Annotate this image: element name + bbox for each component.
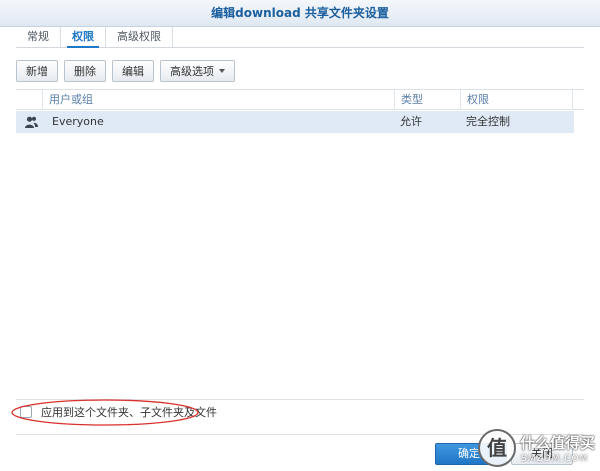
add-button-label: 新增	[26, 65, 48, 78]
tab-advanced-permissions[interactable]: 高级权限	[106, 27, 173, 47]
delete-button[interactable]: 删除	[64, 60, 106, 82]
apply-subfolders-label[interactable]: 应用到这个文件夹、子文件夹及文件	[41, 404, 217, 420]
column-header-type[interactable]: 类型	[394, 90, 460, 110]
row-user-name: Everyone	[52, 115, 104, 128]
edit-button-label: 编辑	[122, 65, 144, 78]
edit-button[interactable]: 编辑	[112, 60, 154, 82]
toolbar: 新增 删除 编辑 高级选项	[16, 60, 235, 82]
tab-general[interactable]: 常规	[16, 27, 61, 47]
window-title: 编辑download 共享文件夹设置	[0, 0, 600, 27]
permissions-grid: 用户或组 类型 权限 Everyone 允许 完全控制	[16, 89, 584, 395]
tab-bar: 常规 权限 高级权限	[16, 27, 584, 48]
user-group-icon	[25, 116, 38, 128]
add-button[interactable]: 新增	[16, 60, 58, 82]
caret-down-icon	[219, 69, 225, 73]
ok-button[interactable]: 确定	[435, 443, 507, 465]
row-type: 允许	[400, 115, 422, 128]
icon-column-header	[16, 90, 42, 110]
footer-divider	[16, 434, 584, 435]
column-header-user[interactable]: 用户或组	[42, 90, 394, 110]
advanced-options-label: 高级选项	[170, 65, 214, 78]
grid-header: 用户或组 类型 权限	[16, 90, 584, 110]
delete-button-label: 删除	[74, 65, 96, 78]
close-button[interactable]: 关闭	[511, 443, 573, 465]
tab-permissions[interactable]: 权限	[61, 27, 106, 48]
row-permission: 完全控制	[466, 115, 510, 128]
apply-subfolders-checkbox[interactable]	[20, 406, 32, 418]
column-header-permission[interactable]: 权限	[460, 90, 572, 110]
header-spacer	[572, 90, 584, 110]
apply-option: 应用到这个文件夹、子文件夹及文件	[20, 405, 217, 419]
advanced-options-button[interactable]: 高级选项	[160, 60, 235, 82]
divider	[16, 399, 584, 400]
table-row[interactable]: Everyone 允许 完全控制	[16, 111, 574, 133]
